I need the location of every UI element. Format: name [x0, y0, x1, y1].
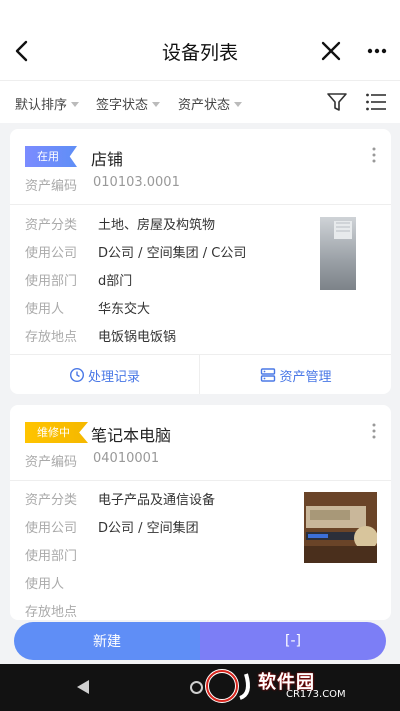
category-label: 资产分类 — [25, 218, 78, 233]
close-icon[interactable] — [316, 36, 346, 66]
category-row: 资产分类 电子产品及通信设备 — [25, 489, 215, 508]
company-row: 使用公司 D公司 / 空间集团 / C公司 — [25, 242, 246, 261]
kebab-menu-icon[interactable] — [368, 145, 380, 165]
filter-funnel-icon[interactable] — [326, 91, 348, 113]
asset-photo[interactable] — [320, 217, 356, 290]
new-button[interactable]: 新建 — [14, 622, 200, 660]
process-records-button[interactable]: 处理记录 — [10, 355, 200, 394]
asset-name: 店铺 — [91, 150, 124, 169]
department-label: 使用部门 — [25, 274, 78, 289]
location-row: 存放地点 — [25, 601, 98, 620]
bottom-action-bar: 新建 [-] — [14, 622, 386, 660]
user-row: 使用人 — [25, 573, 98, 592]
asset-code-value: 010103.0001 — [93, 175, 180, 190]
location-label: 存放地点 — [25, 330, 78, 345]
company-value: D公司 / 空间集团 / C公司 — [98, 246, 247, 261]
card-actions: 处理记录 资产管理 — [10, 354, 391, 394]
server-icon — [261, 368, 276, 382]
nav-back-icon[interactable] — [77, 680, 89, 694]
divider — [10, 480, 391, 481]
asset-management-label: 资产管理 — [279, 369, 332, 385]
department-row: 使用部门 — [25, 545, 98, 564]
process-records-label: 处理记录 — [87, 369, 140, 385]
category-label: 资产分类 — [25, 493, 78, 508]
sort-label: 默认排序 — [15, 98, 68, 113]
department-value: d部门 — [98, 274, 133, 289]
location-value: 电饭锅电饭锅 — [98, 330, 177, 345]
caret-down-icon — [234, 101, 243, 107]
sort-dropdown[interactable]: 默认排序 — [15, 94, 80, 113]
asset-name: 笔记本电脑 — [91, 426, 172, 445]
caret-down-icon — [152, 101, 161, 107]
kebab-menu-icon[interactable] — [368, 421, 380, 441]
category-row: 资产分类 土地、房屋及构筑物 — [25, 214, 215, 233]
caret-down-icon — [71, 101, 80, 107]
asset-management-button[interactable]: 资产管理 — [201, 355, 391, 394]
list-view-icon[interactable] — [365, 92, 387, 112]
category-value: 土地、房屋及构筑物 — [98, 218, 216, 233]
asset-status-dropdown[interactable]: 资产状态 — [178, 94, 243, 113]
asset-card[interactable]: 在用 店铺 资产编码 010103.0001 资产分类 土地、房屋及构筑物 使用… — [10, 129, 391, 394]
filter-bar: 默认排序 签字状态 资产状态 — [0, 80, 400, 123]
watermark-url: CR173.COM — [286, 689, 346, 700]
scan-button[interactable]: [-] — [200, 622, 386, 660]
department-row: 使用部门 d部门 — [25, 270, 132, 289]
category-value: 电子产品及通信设备 — [98, 493, 216, 508]
asset-code-label: 资产编码 — [25, 455, 78, 470]
divider — [10, 204, 391, 205]
location-row: 存放地点 电饭锅电饭锅 — [25, 326, 176, 345]
asset-status-label: 资产状态 — [178, 98, 231, 113]
user-label: 使用人 — [25, 577, 65, 592]
clock-record-icon — [69, 367, 84, 383]
asset-code-label: 资产编码 — [25, 179, 78, 194]
more-icon[interactable] — [362, 36, 392, 66]
company-label: 使用公司 — [25, 521, 78, 536]
user-label: 使用人 — [25, 302, 65, 317]
department-label: 使用部门 — [25, 549, 78, 564]
company-row: 使用公司 D公司 / 空间集团 — [25, 517, 199, 536]
user-row: 使用人 华东交大 — [25, 298, 150, 317]
top-bar: 设备列表 — [0, 0, 400, 80]
asset-photo[interactable] — [304, 492, 377, 563]
user-value: 华东交大 — [98, 302, 151, 317]
sign-status-dropdown[interactable]: 签字状态 — [96, 94, 161, 113]
company-label: 使用公司 — [25, 246, 78, 261]
company-value: D公司 / 空间集团 — [98, 521, 199, 536]
status-badge: 维修中 — [25, 422, 88, 443]
status-badge: 在用 — [25, 146, 77, 167]
asset-code-value: 04010001 — [93, 451, 160, 466]
sign-status-label: 签字状态 — [96, 98, 149, 113]
asset-card[interactable]: 维修中 笔记本电脑 资产编码 04010001 资产分类 电子产品及通信设备 使… — [10, 405, 391, 620]
location-label: 存放地点 — [25, 605, 78, 620]
